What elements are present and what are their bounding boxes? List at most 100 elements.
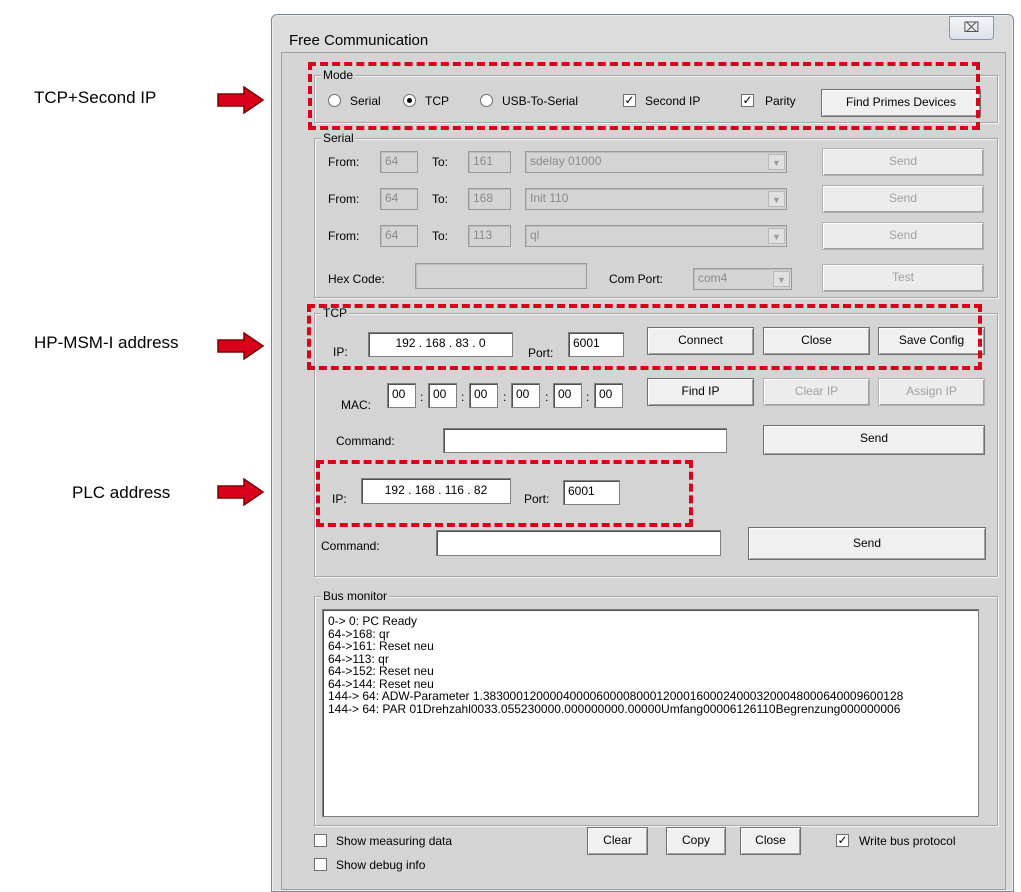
radio-usb-to-serial-label[interactable]: USB-To-Serial [502,94,578,108]
bus-monitor-log[interactable]: 0-> 0: PC Ready 64->168: qr 64->161: Res… [322,609,979,817]
chevron-down-icon[interactable]: ▼ [768,191,785,207]
serial-to-field[interactable]: 113 [468,225,511,247]
log-line: 144-> 64: PAR 01Drehzahl0033.055230000.0… [328,701,901,716]
parity-label[interactable]: Parity [765,94,796,108]
serial-send-button[interactable]: Send [822,148,984,176]
mac-octet-field[interactable]: 00 [511,383,540,408]
command-send-button[interactable]: Send [763,425,985,455]
red-arrow-icon [217,85,265,115]
com-port-label: Com Port: [609,272,664,286]
mac-octet-field[interactable]: 00 [469,383,498,408]
mac-octet-field[interactable]: 00 [594,383,623,408]
serial-command-combo[interactable]: ql ▼ [525,225,787,247]
serial-from-label: From: [328,192,360,206]
mac-octet-field[interactable]: 00 [428,383,457,408]
red-arrow-icon [217,331,265,361]
annotation-tcp-second-ip: TCP+Second IP [34,88,157,107]
radio-tcp[interactable] [403,94,416,107]
mode-group-title: Mode [321,68,356,82]
serial-command-value: Init 110 [530,191,569,205]
plc-port-field[interactable]: 6001 [563,480,620,505]
window-close-button[interactable]: ⌧ [949,16,994,40]
command-field[interactable] [443,428,727,453]
radio-serial-label[interactable]: Serial [350,94,381,108]
find-ip-button[interactable]: Find IP [647,378,754,406]
title-bar[interactable]: Free Communication ⌧ [272,15,1013,55]
annotation-hp-msm-address: HP-MSM-I address [34,333,179,352]
tcp-close-button[interactable]: Close [763,327,870,355]
hex-code-field[interactable] [415,263,587,289]
close-icon: ⌧ [963,19,980,35]
tcp-port-label: Port: [528,346,554,360]
serial-command-combo[interactable]: Init 110 ▼ [525,188,787,210]
chevron-down-icon[interactable]: ▼ [768,228,785,244]
tcp-ip-field[interactable]: 192 . 168 . 83 . 0 [368,332,513,357]
show-measuring-label[interactable]: Show measuring data [336,834,452,848]
log-line: 144-> 64: ADW-Parameter 1.38300012000040… [328,689,904,703]
annotation-plc-address: PLC address [72,483,171,502]
mac-label: MAC: [341,398,371,412]
serial-to-field[interactable]: 168 [468,188,511,210]
serial-to-label: To: [432,155,449,169]
show-debug-label[interactable]: Show debug info [336,858,425,872]
test-button[interactable]: Test [822,264,984,292]
tcp-ip-label: IP: [333,345,348,359]
mac-separator: : [503,390,507,404]
write-bus-label[interactable]: Write bus protocol [859,834,956,848]
copy-button[interactable]: Copy [666,827,726,855]
com-port-combo[interactable]: com4 ▼ [693,268,792,290]
log-line: 64->152: Reset neu [328,664,434,678]
log-line: 64->161: Reset neu [328,639,434,653]
command-label: Command: [336,434,395,448]
mac-separator: : [586,390,590,404]
tcp-group-title: TCP [321,306,349,320]
command2-field[interactable] [436,530,721,556]
serial-command-combo[interactable]: sdelay 01000 ▼ [525,151,787,173]
mac-separator: : [420,390,424,404]
chevron-down-icon[interactable]: ▼ [773,271,790,287]
write-bus-checkbox[interactable]: ✓ [836,834,849,847]
show-debug-checkbox[interactable] [314,858,327,871]
serial-from-field[interactable]: 64 [380,188,418,210]
com-port-value: com4 [698,271,728,285]
radio-usb-to-serial[interactable] [480,94,493,107]
mac-separator: : [545,390,549,404]
mac-separator: : [461,390,465,404]
mac-octet-field[interactable]: 00 [553,383,582,408]
connect-button[interactable]: Connect [647,327,754,355]
serial-from-field[interactable]: 64 [380,151,418,173]
find-primes-devices-button[interactable]: Find Primes Devices [821,89,981,117]
show-measuring-checkbox[interactable] [314,834,327,847]
window-title: Free Communication [289,32,429,49]
serial-to-label: To: [432,229,449,243]
hex-code-label: Hex Code: [328,272,385,286]
serial-to-label: To: [432,192,449,206]
log-line: 0-> 0: PC Ready [328,614,418,628]
serial-from-label: From: [328,155,360,169]
clear-button[interactable]: Clear [587,827,648,855]
radio-serial[interactable] [328,94,341,107]
serial-command-value: sdelay 01000 [530,154,602,168]
command2-send-button[interactable]: Send [748,527,986,560]
serial-send-button[interactable]: Send [822,222,984,250]
radio-tcp-label[interactable]: TCP [425,94,449,108]
second-ip-checkbox[interactable]: ✓ [623,94,636,107]
serial-from-field[interactable]: 64 [380,225,418,247]
footer-close-button[interactable]: Close [740,827,801,855]
red-arrow-icon [217,477,265,507]
mac-octet-field[interactable]: 00 [387,383,416,408]
bus-monitor-title: Bus monitor [321,589,390,603]
chevron-down-icon[interactable]: ▼ [768,154,785,170]
clear-ip-button[interactable]: Clear IP [763,378,870,406]
serial-from-label: From: [328,229,360,243]
assign-ip-button[interactable]: Assign IP [878,378,985,406]
serial-to-field[interactable]: 161 [468,151,511,173]
second-ip-label[interactable]: Second IP [645,94,700,108]
plc-ip-field[interactable]: 192 . 168 . 116 . 82 [361,478,511,504]
command2-label: Command: [321,539,380,553]
serial-send-button[interactable]: Send [822,185,984,213]
parity-checkbox[interactable]: ✓ [741,94,754,107]
plc-ip-label: IP: [332,492,347,506]
tcp-port-field[interactable]: 6001 [568,332,624,357]
save-config-button[interactable]: Save Config [878,327,985,355]
